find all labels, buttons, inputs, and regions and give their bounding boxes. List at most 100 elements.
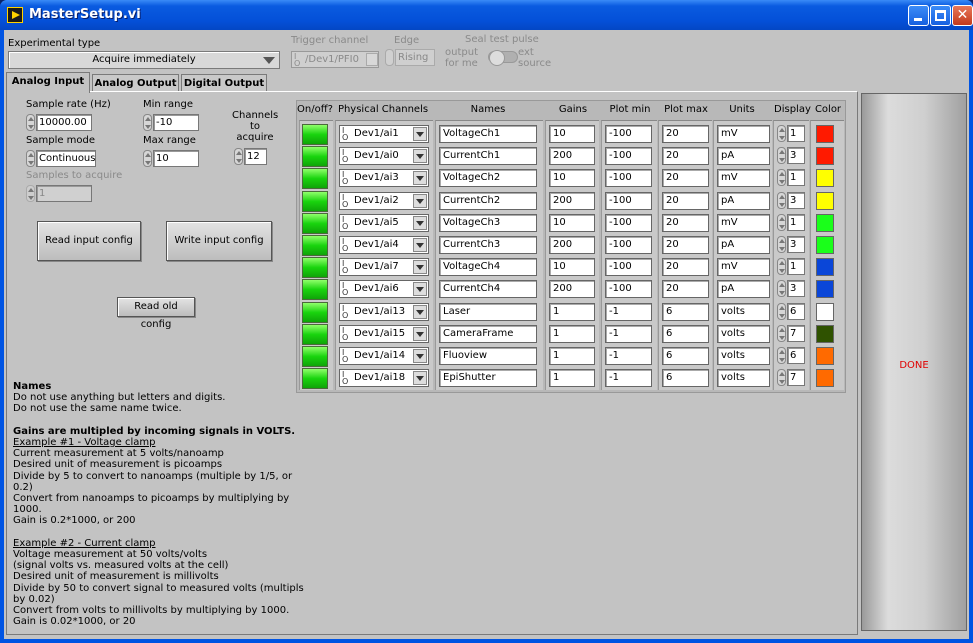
tab-analog-output[interactable]: Analog Output — [92, 74, 179, 92]
units-input[interactable]: mV — [717, 125, 770, 143]
sample-mode-value[interactable]: Continuous — [36, 150, 96, 167]
gain-input[interactable]: 10 — [549, 213, 595, 232]
plot-min-input[interactable]: -100 — [605, 213, 652, 232]
samples-to-acquire-control[interactable]: 1 — [26, 185, 92, 202]
color-swatch[interactable] — [816, 236, 834, 254]
plot-min-input[interactable]: -100 — [605, 258, 652, 277]
units-input[interactable]: pA — [717, 191, 770, 210]
plot-min-input[interactable]: -100 — [605, 236, 652, 254]
plot-max-input[interactable]: 20 — [662, 147, 709, 166]
physical-channel-select[interactable]: I O Dev1/ai0 — [339, 147, 429, 166]
color-swatch[interactable] — [816, 169, 834, 188]
color-swatch[interactable] — [816, 213, 834, 232]
display-number-control[interactable]: 3 — [777, 191, 805, 209]
gain-input[interactable]: 1 — [549, 324, 595, 343]
units-input[interactable]: volts — [717, 324, 770, 343]
read-input-config-button[interactable]: Read input config — [37, 221, 141, 261]
plot-min-input[interactable]: -1 — [605, 302, 652, 321]
physical-channel-select[interactable]: I O Dev1/ai7 — [339, 258, 429, 277]
gain-input[interactable]: 10 — [549, 125, 595, 143]
max-range-value[interactable]: 10 — [153, 150, 199, 167]
units-input[interactable]: pA — [717, 147, 770, 166]
channel-name-input[interactable]: VoltageCh1 — [439, 125, 537, 143]
plot-max-input[interactable]: 20 — [662, 125, 709, 143]
channel-name-input[interactable]: CurrentCh2 — [439, 191, 537, 210]
channels-to-acquire-control[interactable]: 12 — [234, 148, 267, 165]
edge-control[interactable]: Rising — [385, 49, 435, 67]
display-number-value[interactable]: 1 — [787, 125, 805, 142]
color-swatch[interactable] — [816, 347, 834, 365]
display-number-value[interactable]: 1 — [787, 258, 805, 276]
plot-max-input[interactable]: 20 — [662, 236, 709, 254]
experimental-type-select[interactable]: Acquire immediately — [8, 51, 280, 69]
display-number-control[interactable]: 3 — [777, 147, 805, 165]
display-number-control[interactable]: 6 — [777, 347, 805, 364]
plot-min-input[interactable]: -100 — [605, 191, 652, 210]
gain-input[interactable]: 200 — [549, 191, 595, 210]
gain-input[interactable]: 200 — [549, 236, 595, 254]
display-number-control[interactable]: 1 — [777, 258, 805, 276]
maximize-button[interactable] — [930, 5, 951, 26]
max-range-control[interactable]: 10 — [143, 150, 199, 167]
channel-name-input[interactable]: CurrentCh1 — [439, 147, 537, 166]
physical-channel-select[interactable]: I O Dev1/ai18 — [339, 369, 429, 388]
trigger-channel-select[interactable]: IO /Dev1/PFI0 — [291, 51, 379, 68]
channel-name-input[interactable]: VoltageCh3 — [439, 213, 537, 232]
display-number-value[interactable]: 6 — [787, 302, 805, 320]
gain-input[interactable]: 10 — [549, 258, 595, 277]
on-off-led[interactable] — [302, 323, 328, 345]
color-swatch[interactable] — [816, 125, 834, 143]
plot-max-input[interactable]: 20 — [662, 191, 709, 210]
gain-input[interactable]: 200 — [549, 147, 595, 166]
plot-min-input[interactable]: -1 — [605, 369, 652, 388]
sample-rate-value[interactable]: 10000.00 — [36, 114, 92, 131]
min-range-value[interactable]: -10 — [153, 114, 199, 131]
plot-max-input[interactable]: 6 — [662, 347, 709, 365]
color-swatch[interactable] — [816, 147, 834, 166]
gain-input[interactable]: 1 — [549, 302, 595, 321]
color-swatch[interactable] — [816, 258, 834, 277]
units-input[interactable]: pA — [717, 236, 770, 254]
physical-channel-select[interactable]: I O Dev1/ai2 — [339, 191, 429, 210]
display-number-control[interactable]: 7 — [777, 369, 805, 387]
plot-max-input[interactable]: 6 — [662, 369, 709, 388]
units-input[interactable]: mV — [717, 169, 770, 188]
display-number-control[interactable]: 3 — [777, 280, 805, 298]
samples-to-acquire-value[interactable]: 1 — [36, 185, 92, 202]
physical-channel-select[interactable]: I O Dev1/ai15 — [339, 324, 429, 343]
on-off-led[interactable] — [302, 301, 328, 323]
channel-name-input[interactable]: CurrentCh3 — [439, 236, 537, 254]
tab-digital-output[interactable]: Digital Output — [181, 74, 267, 92]
display-number-value[interactable]: 1 — [787, 169, 805, 187]
color-swatch[interactable] — [816, 324, 834, 343]
on-off-led[interactable] — [302, 124, 328, 145]
color-swatch[interactable] — [816, 369, 834, 388]
plot-min-input[interactable]: -1 — [605, 347, 652, 365]
channel-name-input[interactable]: CurrentCh4 — [439, 280, 537, 299]
close-button[interactable]: ✕ — [952, 5, 973, 26]
display-number-value[interactable]: 7 — [787, 324, 805, 342]
physical-channel-select[interactable]: I O Dev1/ai1 — [339, 125, 429, 143]
display-number-value[interactable]: 1 — [787, 213, 805, 231]
channel-name-input[interactable]: Fluoview — [439, 347, 537, 365]
gain-input[interactable]: 1 — [549, 347, 595, 365]
plot-max-input[interactable]: 20 — [662, 280, 709, 299]
gain-input[interactable]: 200 — [549, 280, 595, 299]
gain-input[interactable]: 10 — [549, 169, 595, 188]
plot-max-input[interactable]: 20 — [662, 169, 709, 188]
on-off-led[interactable] — [302, 190, 328, 212]
color-swatch[interactable] — [816, 191, 834, 210]
tab-analog-input[interactable]: Analog Input — [6, 72, 90, 93]
physical-channel-select[interactable]: I O Dev1/ai5 — [339, 213, 429, 232]
physical-channel-select[interactable]: I O Dev1/ai6 — [339, 280, 429, 299]
plot-min-input[interactable]: -100 — [605, 280, 652, 299]
plot-min-input[interactable]: -1 — [605, 324, 652, 343]
physical-channel-select[interactable]: I O Dev1/ai3 — [339, 169, 429, 188]
display-number-value[interactable]: 3 — [787, 280, 805, 298]
channels-to-acquire-value[interactable]: 12 — [244, 148, 267, 165]
channel-name-input[interactable]: Laser — [439, 302, 537, 321]
title-bar[interactable]: MasterSetup.vi ✕ — [0, 0, 973, 30]
units-input[interactable]: mV — [717, 213, 770, 232]
display-number-value[interactable]: 3 — [787, 147, 805, 165]
plot-min-input[interactable]: -100 — [605, 147, 652, 166]
